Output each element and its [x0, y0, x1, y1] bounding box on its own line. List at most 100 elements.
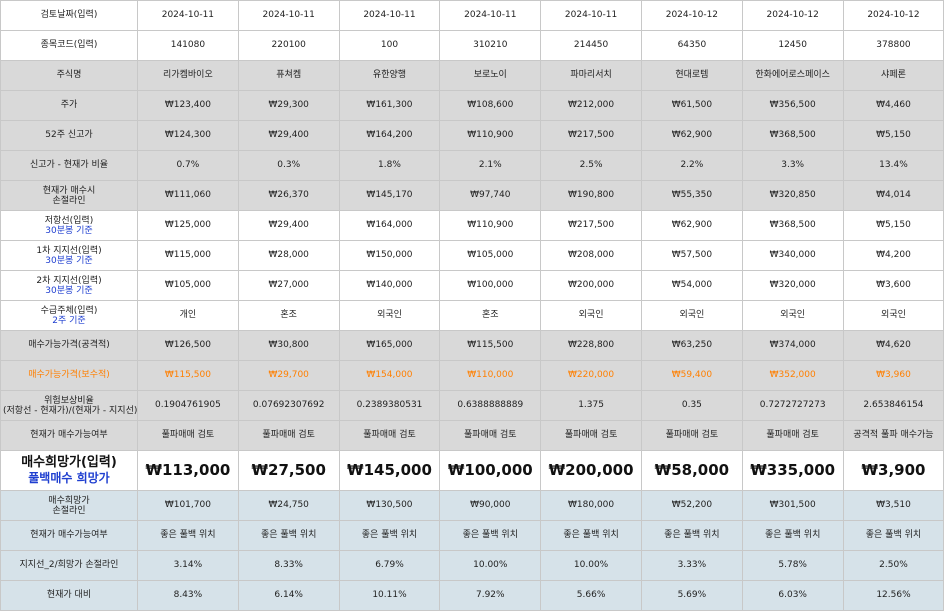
cell[interactable]: 2.5% [540, 150, 642, 181]
cell[interactable]: 유한양행 [338, 60, 441, 91]
row-label[interactable]: 수급주체(입력) 2주 기준 [0, 300, 138, 331]
cell[interactable]: ₩59,400 [640, 360, 743, 391]
cell[interactable]: 2.2% [640, 150, 743, 181]
cell[interactable]: 10.00% [439, 550, 542, 581]
cell[interactable]: ₩29,300 [237, 90, 340, 121]
row-label[interactable]: 주가 [0, 90, 138, 121]
cell[interactable]: ₩217,500 [540, 210, 642, 241]
cell[interactable]: 12450 [741, 30, 844, 61]
cell[interactable]: 현대로템 [640, 60, 743, 91]
cell[interactable]: 12.56% [842, 580, 945, 611]
cell[interactable]: 6.79% [338, 550, 441, 581]
cell[interactable]: ₩110,000 [439, 360, 542, 391]
cell[interactable]: ₩57,500 [640, 240, 743, 271]
row-label[interactable]: 1차 지지선(입력) 30분봉 기준 [0, 240, 138, 271]
cell[interactable]: 외국인 [540, 300, 642, 331]
cell[interactable]: ₩63,250 [640, 330, 743, 361]
cell[interactable]: 풀파매매 검토 [237, 420, 340, 451]
cell[interactable]: 2024-10-11 [439, 0, 542, 31]
cell[interactable]: 10.00% [540, 550, 642, 581]
cell[interactable]: ₩228,800 [540, 330, 642, 361]
cell[interactable]: ₩90,000 [439, 490, 542, 521]
cell[interactable]: ₩374,000 [741, 330, 844, 361]
cell[interactable]: ₩126,500 [137, 330, 239, 361]
cell[interactable]: ₩100,000 [439, 450, 542, 491]
cell[interactable]: ₩356,500 [741, 90, 844, 121]
cell[interactable]: ₩115,000 [137, 240, 239, 271]
cell[interactable]: 0.6388888889 [439, 390, 542, 421]
row-label[interactable]: 매수가능가격(보수적) [0, 360, 138, 391]
cell[interactable]: ₩154,000 [338, 360, 441, 391]
cell[interactable]: 외국인 [741, 300, 844, 331]
cell[interactable]: 6.03% [741, 580, 844, 611]
cell[interactable]: ₩335,000 [741, 450, 844, 491]
row-label[interactable]: 매수희망가 손절라인 [0, 490, 138, 521]
cell[interactable]: 한화에어로스페이스 [741, 60, 844, 91]
cell[interactable]: 10.11% [338, 580, 441, 611]
cell[interactable]: 64350 [640, 30, 743, 61]
cell[interactable]: ₩26,370 [237, 180, 340, 211]
cell[interactable]: ₩55,350 [640, 180, 743, 211]
cell[interactable]: 378800 [842, 30, 945, 61]
cell[interactable]: 141080 [137, 30, 239, 61]
cell[interactable]: ₩164,000 [338, 210, 441, 241]
cell[interactable]: 좋은 풀백 위치 [741, 520, 844, 551]
cell[interactable]: ₩100,000 [439, 270, 542, 301]
cell[interactable]: ₩123,400 [137, 90, 239, 121]
cell[interactable]: ₩101,700 [137, 490, 239, 521]
cell[interactable]: ₩27,000 [237, 270, 340, 301]
cell[interactable]: ₩320,000 [741, 270, 844, 301]
row-label[interactable]: 현재가 매수가능여부 [0, 520, 138, 551]
row-label[interactable]: 52주 신고가 [0, 120, 138, 151]
cell[interactable]: ₩97,740 [439, 180, 542, 211]
cell[interactable]: 퓨쳐켐 [237, 60, 340, 91]
cell[interactable]: 좋은 풀백 위치 [540, 520, 642, 551]
cell[interactable]: ₩5,150 [842, 210, 945, 241]
cell[interactable]: 혼조 [439, 300, 542, 331]
cell[interactable]: 5.78% [741, 550, 844, 581]
cell[interactable]: 리가켐바이오 [137, 60, 239, 91]
cell[interactable]: 좋은 풀백 위치 [439, 520, 542, 551]
cell[interactable]: ₩111,060 [137, 180, 239, 211]
cell[interactable]: ₩130,500 [338, 490, 441, 521]
cell[interactable]: ₩113,000 [137, 450, 239, 491]
cell[interactable]: 0.3% [237, 150, 340, 181]
cell[interactable]: ₩3,960 [842, 360, 945, 391]
cell[interactable]: 파마리서치 [540, 60, 642, 91]
cell[interactable]: ₩58,000 [640, 450, 743, 491]
cell[interactable]: 풀파매매 검토 [640, 420, 743, 451]
cell[interactable]: ₩30,800 [237, 330, 340, 361]
cell[interactable]: 샤페론 [842, 60, 945, 91]
cell[interactable]: 0.7% [137, 150, 239, 181]
cell[interactable]: ₩140,000 [338, 270, 441, 301]
cell[interactable]: 1.375 [540, 390, 642, 421]
cell[interactable]: 2024-10-12 [842, 0, 945, 31]
cell[interactable]: 2024-10-12 [640, 0, 743, 31]
cell[interactable]: ₩200,000 [540, 450, 642, 491]
row-label[interactable]: 저항선(입력) 30분봉 기준 [0, 210, 138, 241]
cell[interactable]: ₩4,014 [842, 180, 945, 211]
cell[interactable]: ₩3,900 [842, 450, 945, 491]
cell[interactable]: 13.4% [842, 150, 945, 181]
cell[interactable]: 8.43% [137, 580, 239, 611]
cell[interactable]: ₩29,700 [237, 360, 340, 391]
cell[interactable]: 6.14% [237, 580, 340, 611]
cell[interactable]: ₩145,170 [338, 180, 441, 211]
cell[interactable]: ₩352,000 [741, 360, 844, 391]
cell[interactable]: 0.1904761905 [137, 390, 239, 421]
cell[interactable]: ₩52,200 [640, 490, 743, 521]
row-label[interactable]: 지지선_2/희망가 손절라인 [0, 550, 138, 581]
cell[interactable]: 2024-10-11 [137, 0, 239, 31]
cell[interactable]: 7.92% [439, 580, 542, 611]
cell[interactable]: ₩217,500 [540, 120, 642, 151]
cell[interactable]: ₩4,460 [842, 90, 945, 121]
row-label[interactable]: 현재가 매수가능여부 [0, 420, 138, 451]
cell[interactable]: ₩340,000 [741, 240, 844, 271]
cell[interactable]: 풀파매매 검토 [439, 420, 542, 451]
cell[interactable]: 외국인 [338, 300, 441, 331]
cell[interactable]: 2.1% [439, 150, 542, 181]
row-label[interactable]: 매수희망가(입력) 풀백매수 희망가 [0, 450, 138, 491]
row-label[interactable]: 주식명 [0, 60, 138, 91]
cell[interactable]: ₩24,750 [237, 490, 340, 521]
cell[interactable]: ₩180,000 [540, 490, 642, 521]
